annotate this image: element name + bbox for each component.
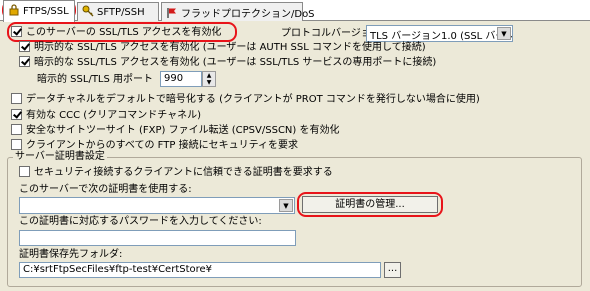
- tab-label: フラッドプロテクション/DoS: [181, 9, 315, 20]
- checkbox[interactable]: [11, 26, 22, 37]
- checkbox[interactable]: [19, 41, 30, 52]
- flag-icon: [166, 7, 178, 19]
- checkbox[interactable]: [11, 93, 22, 104]
- enable-ccc-checkbox[interactable]: 有効な CCC (クリアコマンドチャネル): [11, 109, 201, 123]
- tab-label: FTPS/SSL: [23, 6, 69, 17]
- browse-folder-button[interactable]: ...: [384, 262, 401, 278]
- cert-folder-field[interactable]: C:¥srtFtpSecFiles¥ftp-test¥CertStore¥: [19, 262, 381, 278]
- tab-ftps-ssl[interactable]: FTPS/SSL: [3, 0, 75, 22]
- certificate-password-field[interactable]: [19, 230, 296, 246]
- implicit-ssl-checkbox[interactable]: 暗示的な SSL/TLS アクセスを有効化 (ユーザーは SSL/TLS サービ…: [19, 56, 436, 70]
- tab-label: SFTP/SSH: [97, 7, 145, 18]
- enable-ssl-checkbox[interactable]: このサーバーの SSL/TLS アクセスを有効化: [11, 26, 221, 40]
- lock-icon: [8, 4, 20, 16]
- tab-bar: FTPS/SSL SFTP/SSH フラッドプロテクション/DoS: [0, 0, 590, 22]
- key-icon: [82, 5, 94, 17]
- certificate-select[interactable]: ▼: [19, 197, 295, 214]
- require-client-cert-checkbox[interactable]: セキュリティ接続するクライアントに信頼できる証明書を要求する: [19, 166, 333, 180]
- encrypt-data-channel-checkbox[interactable]: データチャネルをデフォルトで暗号化する (クライアントが PROT コマンドを発…: [11, 93, 480, 107]
- implicit-port-label: 暗示的 SSL/TLS 用ポート: [37, 74, 154, 85]
- explicit-ssl-checkbox[interactable]: 明示的な SSL/TLS アクセスを有効化 (ユーザーは AUTH SSL コマ…: [19, 41, 426, 55]
- tab-flood-protection[interactable]: フラッドプロテクション/DoS: [161, 2, 315, 21]
- implicit-port-field[interactable]: 990: [160, 71, 202, 87]
- chevron-down-icon[interactable]: ▼: [279, 199, 293, 212]
- cert-folder-label: 証明書保存先フォルダ:: [19, 249, 123, 260]
- password-label: この証明書に対応するパスワードを入力してください:: [19, 216, 262, 227]
- chevron-down-icon[interactable]: ▼: [497, 27, 511, 40]
- checkbox[interactable]: [11, 139, 22, 150]
- server-cert-group-title: サーバー証明書設定: [13, 151, 107, 163]
- manage-certificates-button[interactable]: 証明書の管理...: [302, 196, 438, 213]
- spin-up-icon[interactable]: ▲: [203, 72, 215, 79]
- checkbox[interactable]: [11, 109, 22, 120]
- checkbox[interactable]: [19, 56, 30, 67]
- use-cert-label: このサーバーで次の証明書を使用する:: [19, 184, 192, 195]
- spin-down-icon[interactable]: ▼: [203, 79, 215, 86]
- tab-sftp-ssh[interactable]: SFTP/SSH: [77, 2, 159, 21]
- checkbox[interactable]: [19, 166, 30, 177]
- checkbox[interactable]: [11, 124, 22, 135]
- fxp-transfer-checkbox[interactable]: 安全なサイトツーサイト (FXP) ファイル転送 (CPSV/SSCN) を有効…: [11, 124, 339, 138]
- protocol-select[interactable]: TLS バージョン1.0 (SSL バージョン ▼: [366, 25, 513, 42]
- port-spinner[interactable]: ▲ ▼: [202, 71, 216, 87]
